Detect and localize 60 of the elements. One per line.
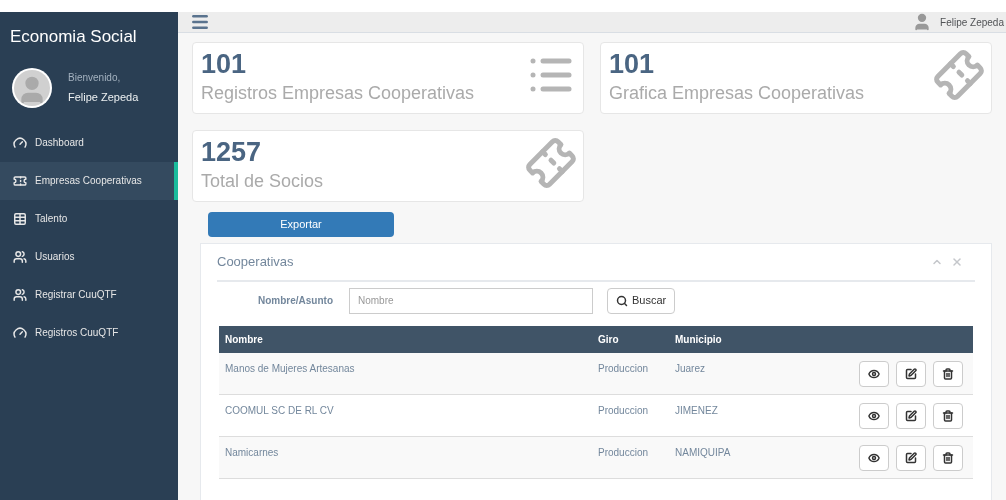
eye-icon — [868, 367, 880, 380]
delete-button[interactable] — [933, 444, 963, 471]
sidebar-item[interactable]: Empresas Cooperativas — [0, 161, 178, 200]
edit-icon — [905, 409, 917, 422]
users-icon — [13, 287, 27, 302]
stat-value: 101 — [609, 48, 656, 81]
edit-button[interactable] — [896, 360, 926, 387]
panel-title: Cooperativas — [217, 253, 294, 271]
table-cell-text: COOMUL SC DE RL CV — [225, 403, 335, 418]
sidebar-item[interactable]: Registros CuuQTF — [0, 313, 178, 352]
gauge-icon — [13, 325, 27, 340]
edit-button[interactable] — [896, 402, 926, 429]
table-cell-text: NAMIQUIPA — [675, 445, 732, 460]
view-button[interactable] — [859, 360, 889, 387]
stat-value: 1257 — [201, 136, 263, 169]
gauge-icon — [13, 135, 27, 150]
brand-title: Economia Social — [9, 26, 138, 48]
edit-icon — [905, 367, 917, 380]
delete-button[interactable] — [933, 360, 963, 387]
eye-icon — [868, 451, 880, 464]
view-button[interactable] — [859, 444, 889, 471]
trash-icon — [942, 409, 954, 422]
menu-icon[interactable] — [190, 12, 210, 32]
sidebar-item[interactable]: Dashboard — [0, 123, 178, 162]
trash-icon — [942, 451, 954, 464]
table-cell-text: Produccion — [598, 445, 650, 460]
table-icon — [13, 211, 27, 226]
welcome-text: Bienvenido, — [68, 70, 122, 85]
search-icon — [616, 294, 628, 307]
sidebar-item[interactable]: Talento — [0, 199, 178, 238]
avatar — [12, 67, 52, 108]
sidebar-item[interactable]: Usuarios — [0, 237, 178, 276]
table-cell-text: Namicarnes — [225, 445, 280, 460]
table-cell-text: Produccion — [598, 403, 650, 418]
table-cell-text: Juarez — [675, 361, 706, 376]
search-label: Nombre/Asunto — [257, 294, 334, 308]
table-cell-text: Produccion — [598, 361, 650, 376]
column-header: Giro — [598, 332, 620, 347]
user-name: Felipe Zepeda — [68, 89, 139, 105]
sidebar-item[interactable]: Registrar CuuQTF — [0, 275, 178, 314]
users-icon — [13, 249, 27, 264]
stat-label: Total de Socios — [201, 170, 324, 193]
top-user-name[interactable]: Felipe Zepeda — [940, 14, 1004, 30]
column-header: Nombre — [225, 332, 264, 347]
edit-icon — [905, 451, 917, 464]
table-cell-text: JIMENEZ — [675, 403, 719, 418]
view-button[interactable] — [859, 402, 889, 429]
stat-label: Grafica Empresas Cooperativas — [609, 82, 865, 105]
column-header: Municipio — [675, 332, 722, 347]
stat-label: Registros Empresas Cooperativas — [201, 82, 475, 105]
search-button[interactable]: Buscar — [607, 287, 676, 314]
search-field[interactable]: Nombre — [349, 287, 593, 314]
stat-value: 101 — [201, 48, 248, 81]
eye-icon — [868, 409, 880, 422]
ticket-icon — [13, 173, 27, 188]
delete-button[interactable] — [933, 402, 963, 429]
table-cell-text: Manos de Mujeres Artesanas — [225, 361, 356, 376]
trash-icon — [942, 367, 954, 380]
edit-button[interactable] — [896, 444, 926, 471]
export-button[interactable]: Exportar — [208, 212, 394, 237]
